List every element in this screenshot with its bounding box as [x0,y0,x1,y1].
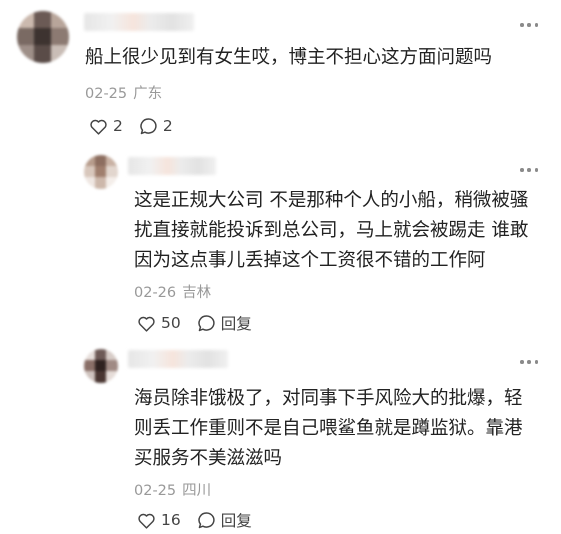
avatar[interactable] [84,155,118,189]
username-redacted[interactable] [128,350,228,368]
comment-text: 船上很少见到有女生哎，博主不担心这方面问题吗 [85,47,493,68]
comment-meta: 02-26 吉林 [134,281,217,302]
username-redacted[interactable] [84,13,194,31]
username-redacted[interactable] [128,157,216,175]
avatar[interactable] [17,11,69,63]
like-count[interactable]: 2 [113,117,123,135]
speech-bubble-icon[interactable] [197,314,216,332]
speech-bubble-icon[interactable] [197,511,216,529]
comment-date: 02-26 [134,285,177,301]
reply-button[interactable]: 回复 [221,509,252,531]
comment-date: 02-25 [134,483,177,499]
avatar[interactable] [84,349,118,383]
comment-location: 四川 [182,483,212,499]
more-dots-icon[interactable] [520,22,538,28]
more-dots-icon[interactable] [520,359,538,365]
heart-outline-icon[interactable] [89,118,108,135]
comment-date: 02-25 [85,86,128,102]
comment-actions: 16 回复 [137,509,252,531]
comment-text: 这是正规大公司 不是那种个人的小船，稍微被骚 扰直接就能投诉到总公司，马上就会被… [134,190,529,271]
speech-bubble-icon[interactable] [139,117,158,135]
comment-actions: 2 2 [89,115,173,137]
like-count[interactable]: 16 [161,511,181,529]
comment-meta: 02-25 四川 [134,479,217,500]
comment-meta: 02-25 广东 [85,82,168,103]
heart-outline-icon[interactable] [137,512,156,529]
reply-count[interactable]: 2 [163,117,173,135]
comment-location: 吉林 [182,285,212,301]
more-dots-icon[interactable] [520,167,538,173]
heart-outline-icon[interactable] [137,315,156,332]
like-count[interactable]: 50 [161,314,181,332]
comment-text: 海员除非饿极了，对同事下手风险大的批爆，轻 则丢工作重则不是自己喂鲨鱼就是蹲监狱… [134,388,523,469]
comment-actions: 50 回复 [137,312,252,334]
reply-button[interactable]: 回复 [221,312,252,334]
comment-location: 广东 [133,86,163,102]
